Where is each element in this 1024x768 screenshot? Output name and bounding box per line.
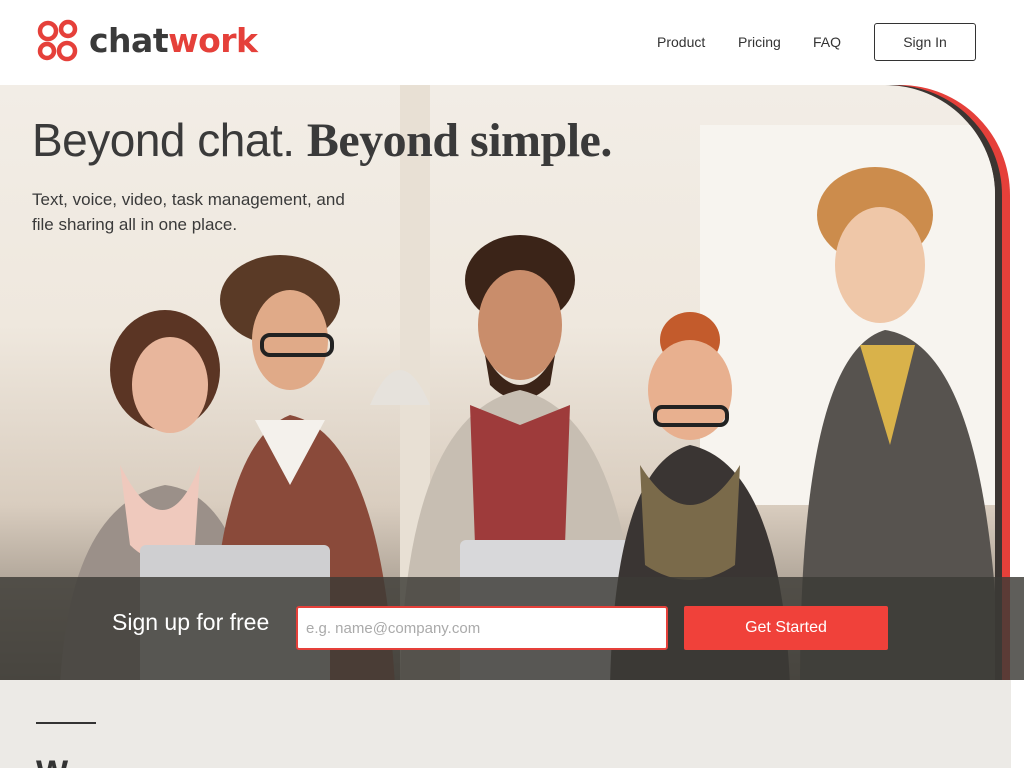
section-divider — [36, 722, 96, 724]
nav-product[interactable]: Product — [657, 34, 705, 50]
email-input[interactable] — [296, 606, 668, 650]
nav-faq[interactable]: FAQ — [813, 34, 841, 50]
chatwork-logo-icon — [37, 19, 78, 62]
sign-in-button[interactable]: Sign In — [874, 23, 976, 61]
headline-bold: Beyond simple. — [306, 114, 613, 167]
hero-section: Beyond chat. Beyond simple. Text, voice,… — [0, 85, 1024, 680]
hero-headline: Beyond chat. Beyond simple. — [32, 113, 612, 168]
signup-label: Sign up for free — [112, 609, 270, 635]
site-header: chatwork Product Pricing FAQ Sign In — [0, 0, 1024, 85]
nav-pricing[interactable]: Pricing — [738, 34, 781, 50]
logo-wordmark: chatwork — [89, 20, 258, 60]
get-started-button[interactable]: Get Started — [684, 606, 888, 650]
hero-subhead: Text, voice, video, task management, and… — [32, 190, 345, 234]
features-section: W — [0, 680, 1011, 768]
section-title: W — [36, 754, 68, 768]
headline-light: Beyond chat. — [32, 114, 295, 166]
chatwork-logo[interactable]: chatwork — [35, 18, 258, 66]
